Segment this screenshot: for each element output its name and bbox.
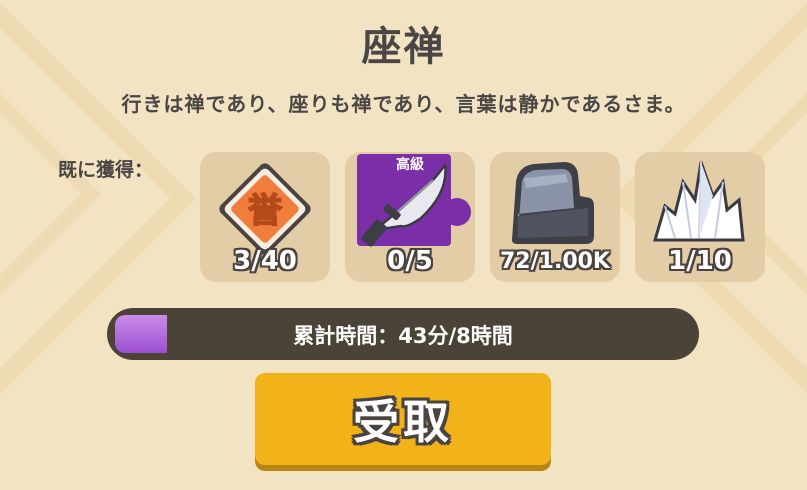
reward-slot-honor[interactable]: 誉 3/40 bbox=[200, 152, 330, 282]
panel-description: 行きは禅であり、座りも禅であり、言葉は静かであるさま。 bbox=[121, 92, 686, 116]
reward-slot-crystal[interactable]: 1/10 bbox=[635, 152, 765, 282]
claim-button[interactable]: 受取 bbox=[255, 373, 551, 465]
accumulated-time-progress: 累計時間：43分/8時間 bbox=[107, 308, 699, 360]
reward-slot-blade[interactable]: 高級 0/5 bbox=[345, 152, 475, 282]
svg-text:誉: 誉 bbox=[248, 191, 283, 231]
panel-title: 座禅 bbox=[361, 24, 446, 70]
reward-count: 72/1.00K bbox=[500, 249, 610, 274]
rarity-badge: 高級 bbox=[396, 157, 424, 173]
obtained-label: 既に獲得： bbox=[58, 159, 154, 181]
reward-slot-stone[interactable]: 72/1.00K bbox=[490, 152, 620, 282]
reward-count: 1/10 bbox=[668, 246, 732, 276]
reward-count: 0/5 bbox=[387, 246, 433, 276]
reward-panel: 座禅 行きは禅であり、座りも禅であり、言葉は静かであるさま。 既に獲得： 誉 3… bbox=[0, 0, 807, 490]
claim-button-label: 受取 bbox=[353, 395, 453, 449]
reward-count: 3/40 bbox=[233, 246, 297, 276]
progress-label: 累計時間：43分/8時間 bbox=[293, 324, 513, 348]
